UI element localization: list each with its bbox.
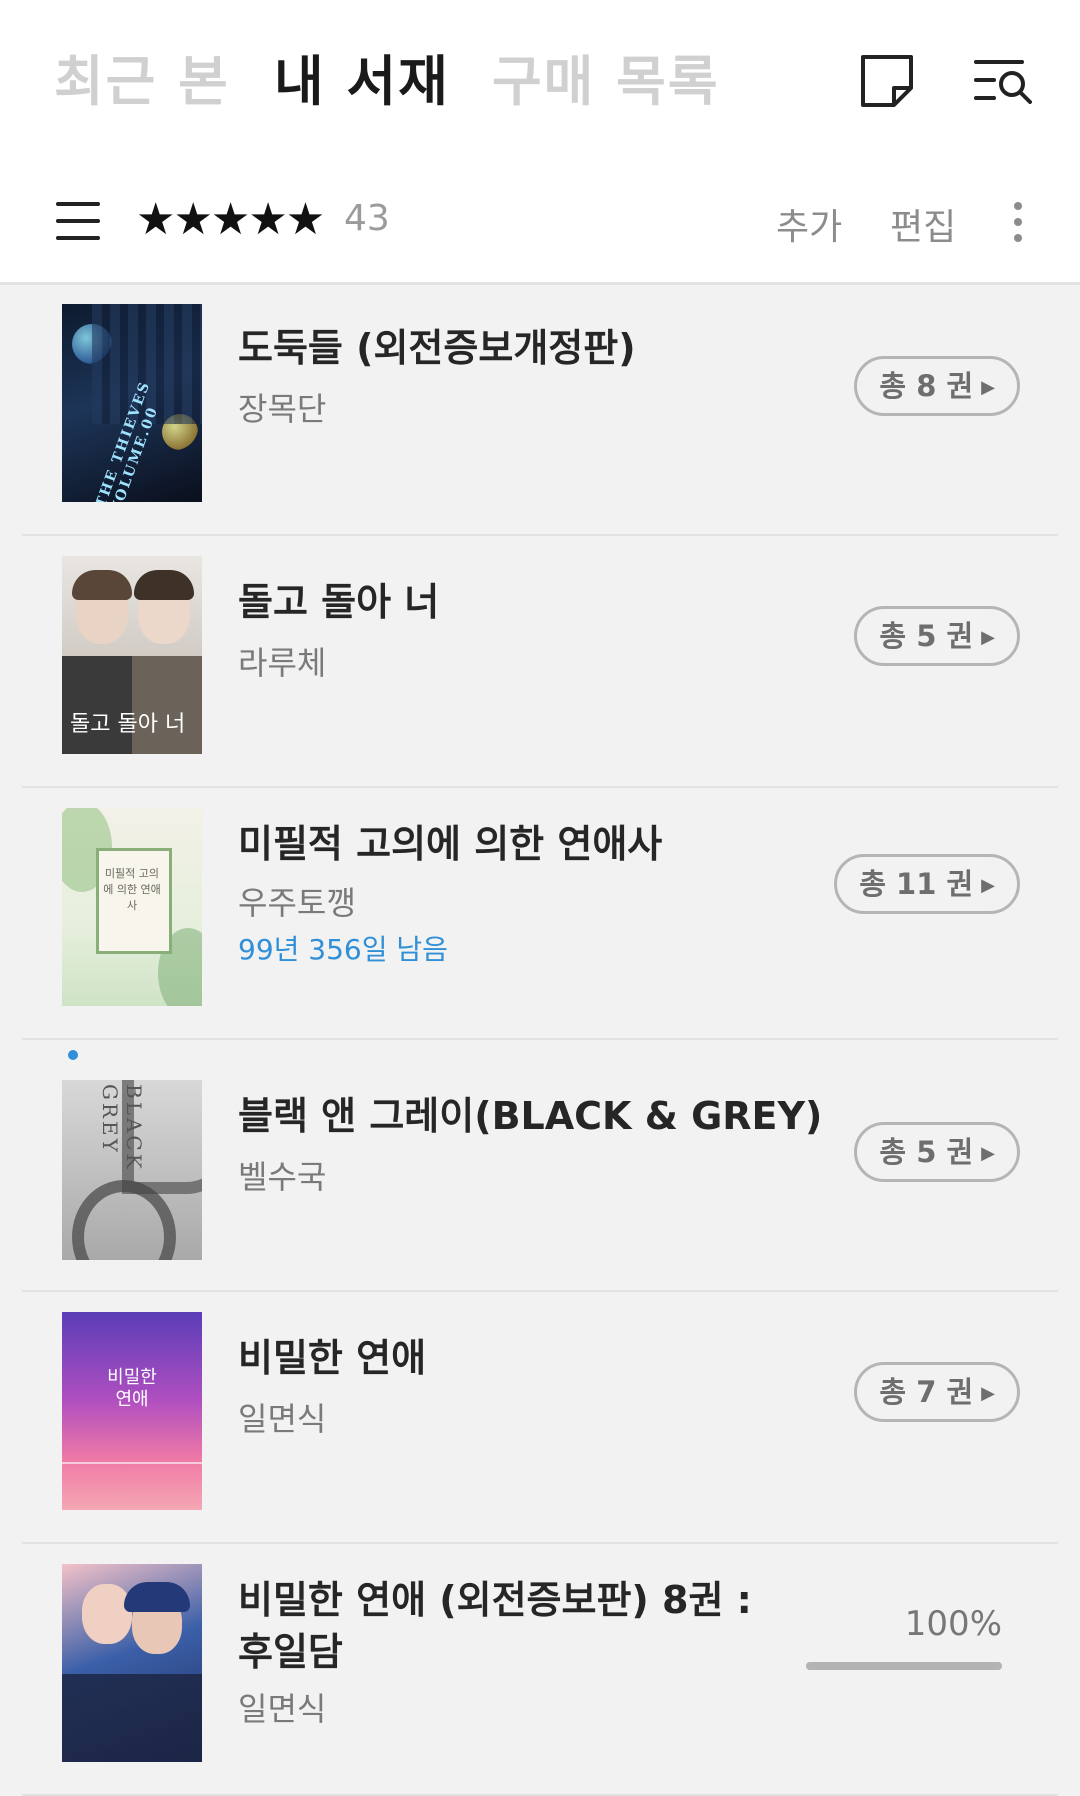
memo-icon[interactable] (858, 52, 916, 110)
reading-progress-bar (806, 1662, 1002, 1670)
book-title-line-1: 비밀한 연애 (외전증보판) 8권 : (238, 1578, 752, 1622)
volume-count-label: 총 5 권 (879, 619, 974, 653)
book-author: 장목단 (238, 390, 327, 428)
tab-recent[interactable]: 최근 본 (54, 42, 230, 122)
book-cover (62, 1564, 202, 1762)
book-item[interactable]: 비밀한 연애 비밀한 연애 일면식 총 7 권 ▶ (0, 1292, 1080, 1544)
book-item[interactable]: 비밀한 연애 (외전증보판) 8권 : 후일담 일면식 100% (0, 1544, 1080, 1796)
volume-count-button[interactable]: 총 7 권 ▶ (854, 1362, 1020, 1422)
book-author: 일면식 (238, 1690, 327, 1728)
rating-count: 43 (344, 198, 390, 239)
book-author: 벨수국 (238, 1158, 327, 1196)
edit-button[interactable]: 편집 (890, 198, 956, 250)
volume-count-button[interactable]: 총 5 권 ▶ (854, 606, 1020, 666)
add-button[interactable]: 추가 (776, 198, 842, 250)
hamburger-menu-icon[interactable] (56, 200, 100, 242)
tab-my-library[interactable]: 내 서재 (274, 42, 450, 122)
rental-remaining: 99년 356일 남음 (238, 933, 448, 966)
book-cover: 돌고 돌아 너 (62, 556, 202, 754)
book-cover: THE THIEVES VOLUME.00 (62, 304, 202, 502)
chevron-right-icon: ▶ (981, 377, 995, 398)
volume-count-label: 총 11 권 (859, 867, 974, 901)
book-title: 비밀한 연애 (238, 1336, 427, 1380)
search-list-icon[interactable] (972, 52, 1036, 110)
top-navigation: 최근 본 내 서재 구매 목록 (0, 0, 1080, 160)
cover-text: BLACK GREY (98, 1084, 146, 1172)
more-options-icon[interactable] (1006, 200, 1030, 244)
book-title: 블랙 앤 그레이(BLACK & GREY) (238, 1094, 823, 1138)
volume-count-label: 총 7 권 (879, 1375, 974, 1409)
book-cover: 비밀한 연애 (62, 1312, 202, 1510)
book-author: 라루체 (238, 644, 327, 682)
book-item[interactable]: BLACK GREY 블랙 앤 그레이(BLACK & GREY) 벨수국 총 … (0, 1040, 1080, 1292)
volume-count-button[interactable]: 총 11 권 ▶ (834, 854, 1020, 914)
cover-text: 미필적 고의에 의한 연애사 (103, 867, 161, 912)
book-list: THE THIEVES VOLUME.00 도둑들 (외전증보개정판) 장목단 … (0, 284, 1080, 1796)
new-indicator-dot (68, 1050, 78, 1060)
cover-text: 비밀한 연애 (107, 1367, 157, 1410)
book-item[interactable]: THE THIEVES VOLUME.00 도둑들 (외전증보개정판) 장목단 … (0, 284, 1080, 536)
book-cover: BLACK GREY (62, 1080, 202, 1260)
book-title: 미필적 고의에 의한 연애사 (238, 822, 663, 866)
tab-purchase-list[interactable]: 구매 목록 (492, 42, 720, 122)
book-item[interactable]: 돌고 돌아 너 돌고 돌아 너 라루체 총 5 권 ▶ (0, 536, 1080, 788)
cover-text: 돌고 돌아 너 (70, 712, 186, 737)
volume-count-button[interactable]: 총 5 권 ▶ (854, 1122, 1020, 1182)
chevron-right-icon: ▶ (981, 875, 995, 896)
book-author: 우주토깽 (238, 884, 356, 922)
book-author: 일면식 (238, 1400, 327, 1438)
book-title: 돌고 돌아 너 (238, 580, 440, 624)
volume-count-label: 총 5 권 (879, 1135, 974, 1169)
book-title-line-2: 후일담 (238, 1630, 343, 1674)
reading-progress-label: 100% (904, 1604, 1002, 1644)
rating-stars[interactable]: ★★★★★ (136, 194, 325, 245)
reading-progress-fill (806, 1662, 1002, 1670)
book-title: 도둑들 (외전증보개정판) (238, 326, 636, 370)
book-cover: 미필적 고의에 의한 연애사 (62, 808, 202, 1006)
chevron-right-icon: ▶ (981, 1143, 995, 1164)
chevron-right-icon: ▶ (981, 1383, 995, 1404)
book-item[interactable]: 미필적 고의에 의한 연애사 미필적 고의에 의한 연애사 우주토깽 99년 3… (0, 788, 1080, 1040)
library-toolbar: ★★★★★ 43 추가 편집 (0, 160, 1080, 285)
volume-count-button[interactable]: 총 8 권 ▶ (854, 356, 1020, 416)
volume-count-label: 총 8 권 (879, 369, 974, 403)
chevron-right-icon: ▶ (981, 627, 995, 648)
